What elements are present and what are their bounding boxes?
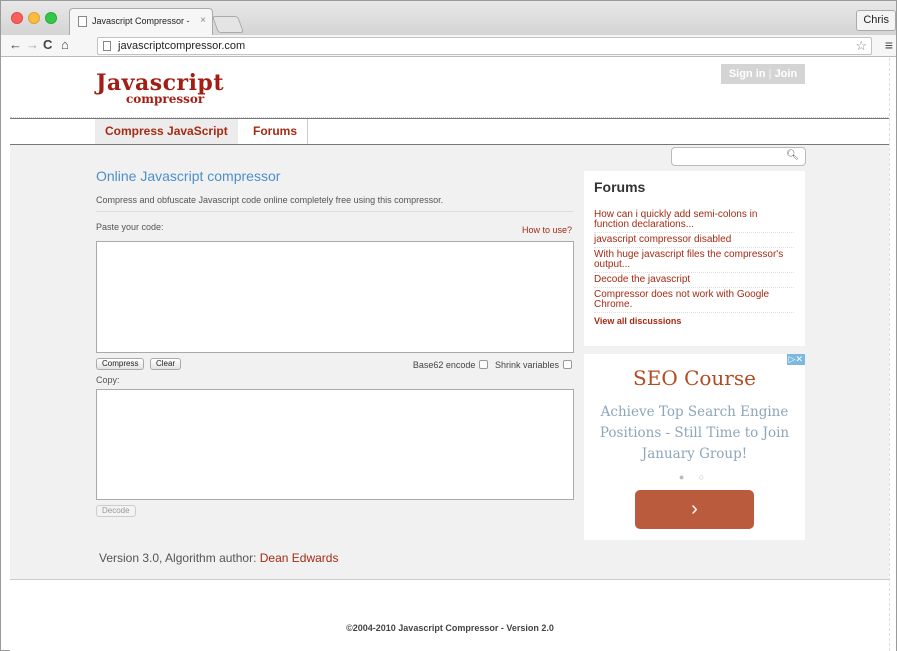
scrollbar[interactable] <box>889 58 896 651</box>
divider <box>96 211 574 212</box>
nav-forums[interactable]: Forums <box>243 119 309 144</box>
shrink-variables-checkbox[interactable] <box>563 360 572 369</box>
join-link[interactable]: Join <box>775 68 798 80</box>
site-footer: ©2004-2010 Javascript Compressor - Versi… <box>10 580 890 651</box>
address-bar[interactable]: javascriptcompressor.com ☆ <box>97 37 872 55</box>
menu-icon[interactable]: ≡ <box>885 37 893 53</box>
signin-bar: Sign in | Join <box>721 64 805 84</box>
browser-window: Javascript Compressor - × Chris ← → C ⌂ … <box>0 0 897 651</box>
code-input-textarea[interactable] <box>96 241 574 353</box>
base62-label: Base62 encode <box>412 360 476 370</box>
footer-copyright: ©2004-2010 Javascript Compressor - Versi… <box>346 623 554 633</box>
url-text[interactable]: javascriptcompressor.com <box>118 40 245 52</box>
nav-compress-javascript[interactable]: Compress JavaScript <box>95 119 238 144</box>
back-arrow-icon[interactable]: ← <box>9 37 22 53</box>
minimize-window-button[interactable] <box>28 12 40 24</box>
tab-strip: Javascript Compressor - × Chris <box>1 1 896 35</box>
forum-link[interactable]: Compressor does not work with Google Chr… <box>594 288 794 313</box>
forum-link[interactable]: javascript compressor disabled <box>594 233 794 248</box>
ad-next-button[interactable]: › <box>635 490 754 529</box>
how-to-use-link[interactable]: How to use? <box>522 225 572 235</box>
page-icon <box>103 41 111 51</box>
logo-line2: compressor <box>126 92 205 106</box>
forum-link[interactable]: With huge javascript files the compresso… <box>594 248 794 273</box>
ad-body: Achieve Top Search Engine Positions - St… <box>599 404 790 462</box>
forums-widget: Forums How can i quickly add semi-colons… <box>584 171 805 346</box>
tab-close-icon[interactable]: × <box>200 15 206 26</box>
forums-title: Forums <box>594 179 646 195</box>
forum-link[interactable]: How can i quickly add semi-colons in fun… <box>594 208 794 233</box>
home-icon[interactable]: ⌂ <box>61 37 69 53</box>
close-window-button[interactable] <box>11 12 23 24</box>
search-icon[interactable]: 🔍︎ <box>786 150 799 161</box>
signin-link[interactable]: Sign in <box>729 68 766 80</box>
bookmark-star-icon[interactable]: ☆ <box>855 38 867 54</box>
view-all-discussions-link[interactable]: View all discussions <box>594 313 794 326</box>
version-line: Version 3.0, Algorithm author: Dean Edwa… <box>99 551 338 565</box>
adchoices-icon[interactable]: ▷✕ <box>786 354 805 365</box>
page-title: Online Javascript compressor <box>96 168 281 184</box>
search-input[interactable]: 🔍︎ <box>671 147 806 166</box>
profile-button[interactable]: Chris <box>856 10 896 31</box>
ad-title[interactable]: SEO Course <box>584 366 805 390</box>
code-output-textarea[interactable] <box>96 389 574 500</box>
browser-toolbar: ← → C ⌂ javascriptcompressor.com ☆ ≡ <box>1 35 896 57</box>
tab-title: Javascript Compressor - <box>92 16 190 26</box>
forward-arrow-icon[interactable]: → <box>26 37 39 53</box>
shrink-label: Shrink variables <box>494 360 559 370</box>
paste-label: Paste your code: <box>96 222 164 232</box>
new-tab-button[interactable] <box>211 16 245 33</box>
base62-checkbox[interactable] <box>479 360 489 369</box>
zoom-window-button[interactable] <box>45 12 57 24</box>
reload-icon[interactable]: C <box>43 37 52 53</box>
decode-button[interactable]: Decode <box>96 505 136 517</box>
forum-link[interactable]: Decode the javascript <box>594 273 794 288</box>
forum-list: How can i quickly add semi-colons in fun… <box>594 208 794 326</box>
clear-button[interactable]: Clear <box>150 358 182 370</box>
copy-label: Copy: <box>96 375 120 385</box>
web-page: Javascript compressor Sign in | Join Compr… <box>10 58 890 651</box>
carousel-dots[interactable]: ● ○ <box>584 472 805 482</box>
site-logo[interactable]: Javascript compressor <box>96 70 246 110</box>
version-text: Version 3.0, Algorithm author: <box>99 551 260 565</box>
compress-button[interactable]: Compress <box>96 358 145 370</box>
site-header: Javascript compressor Sign in | Join <box>10 58 890 118</box>
advertisement[interactable]: ▷✕ SEO Course Achieve Top Search Engine … <box>584 354 805 540</box>
document-icon <box>78 16 87 27</box>
options-row: Base62 encode Shrink variables <box>413 360 576 370</box>
author-link[interactable]: Dean Edwards <box>260 551 339 565</box>
signin-separator: | <box>768 68 772 80</box>
browser-tab[interactable]: Javascript Compressor - × <box>69 8 213 35</box>
page-description: Compress and obfuscate Javascript code o… <box>96 195 444 205</box>
main-nav: Compress JavaScript Forums <box>10 118 890 145</box>
